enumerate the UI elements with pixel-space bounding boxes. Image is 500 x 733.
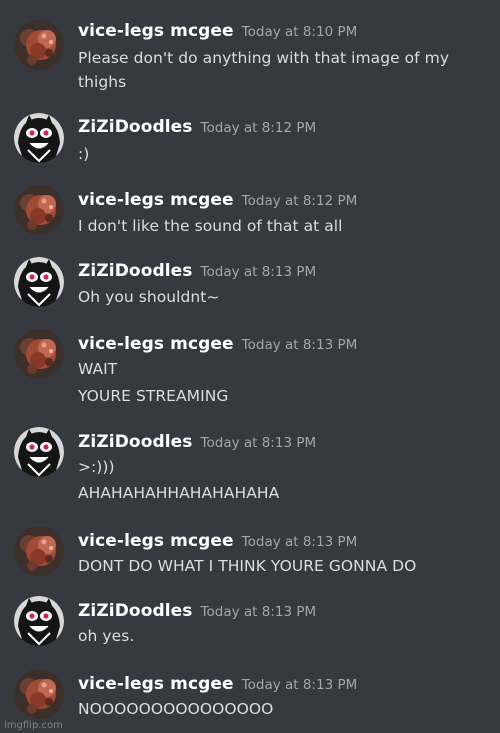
- crab-avatar-icon[interactable]: [14, 185, 64, 235]
- timestamp[interactable]: Today at 8:13 PM: [242, 534, 358, 550]
- doodle-character-avatar-icon[interactable]: [14, 596, 64, 646]
- timestamp[interactable]: Today at 8:13 PM: [242, 677, 358, 693]
- timestamp[interactable]: Today at 8:13 PM: [242, 337, 358, 353]
- username[interactable]: vice-legs mcgee: [78, 674, 234, 694]
- message-header: ZiZiDoodles Today at 8:12 PM: [78, 117, 316, 137]
- username[interactable]: vice-legs mcgee: [78, 21, 234, 41]
- message-text: YOURE STREAMING: [78, 387, 229, 405]
- crab-avatar-icon[interactable]: [14, 526, 64, 576]
- message-header: ZiZiDoodles Today at 8:13 PM: [78, 261, 316, 281]
- message-text: AHAHAHAHHAHAHAHAHA: [78, 484, 280, 502]
- username[interactable]: ZiZiDoodles: [78, 432, 193, 452]
- timestamp[interactable]: Today at 8:10 PM: [242, 24, 358, 40]
- doodle-character-avatar-icon[interactable]: [14, 427, 64, 477]
- timestamp[interactable]: Today at 8:13 PM: [201, 604, 317, 620]
- crab-avatar-icon[interactable]: [14, 669, 64, 719]
- message-text: I don't like the sound of that at all: [78, 217, 343, 235]
- crab-avatar-icon[interactable]: [14, 329, 64, 379]
- username[interactable]: vice-legs mcgee: [78, 531, 234, 551]
- message-header: vice-legs mcgee Today at 8:13 PM: [78, 531, 357, 551]
- message-text: thighs: [78, 73, 127, 91]
- message-header: vice-legs mcgee Today at 8:13 PM: [78, 674, 357, 694]
- timestamp[interactable]: Today at 8:12 PM: [242, 193, 358, 209]
- username[interactable]: ZiZiDoodles: [78, 117, 193, 137]
- message-text: oh yes.: [78, 627, 135, 645]
- timestamp[interactable]: Today at 8:13 PM: [201, 435, 317, 451]
- username[interactable]: vice-legs mcgee: [78, 334, 234, 354]
- message-text: WAIT: [78, 360, 118, 378]
- doodle-character-avatar-icon[interactable]: [14, 257, 64, 307]
- crab-avatar-icon[interactable]: [14, 20, 64, 70]
- message-text: DONT DO WHAT I THINK YOURE GONNA DO: [78, 557, 417, 575]
- username[interactable]: vice-legs mcgee: [78, 190, 234, 210]
- message-text: :): [78, 145, 90, 163]
- username[interactable]: ZiZiDoodles: [78, 261, 193, 281]
- message-header: vice-legs mcgee Today at 8:12 PM: [78, 190, 357, 210]
- message-header: ZiZiDoodles Today at 8:13 PM: [78, 432, 316, 452]
- timestamp[interactable]: Today at 8:12 PM: [201, 120, 317, 136]
- message-text: Oh you shouldnt~: [78, 288, 220, 306]
- message-text: Please don't do anything with that image…: [78, 49, 450, 67]
- message-text: >:))): [78, 458, 115, 476]
- watermark: imgflip.com: [4, 720, 63, 731]
- message-text: NOOOOOOOOOOOOOOO: [78, 700, 274, 718]
- username[interactable]: ZiZiDoodles: [78, 601, 193, 621]
- message-header: vice-legs mcgee Today at 8:13 PM: [78, 334, 357, 354]
- message-header: ZiZiDoodles Today at 8:13 PM: [78, 601, 316, 621]
- doodle-character-avatar-icon[interactable]: [14, 113, 64, 163]
- timestamp[interactable]: Today at 8:13 PM: [201, 264, 317, 280]
- message-header: vice-legs mcgee Today at 8:10 PM: [78, 21, 357, 41]
